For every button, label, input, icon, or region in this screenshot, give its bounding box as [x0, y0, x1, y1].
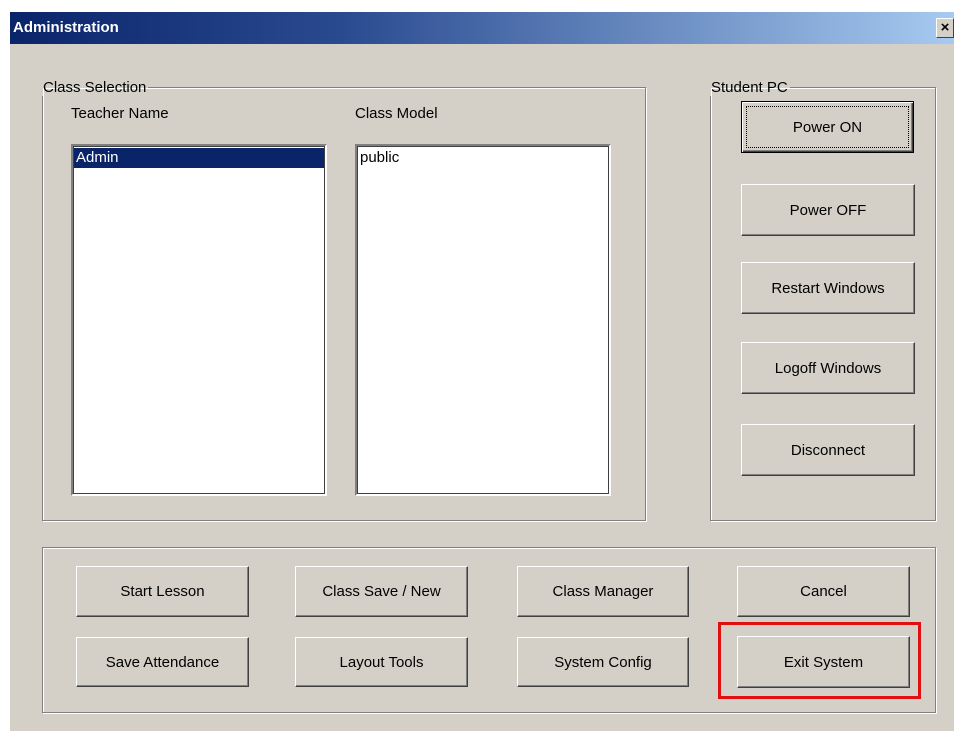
power-on-button[interactable]: Power ON [741, 101, 914, 153]
teacher-name-list[interactable]: Admin [71, 144, 327, 496]
class-model-list[interactable]: public [355, 144, 611, 496]
class-manager-button[interactable]: Class Manager [517, 566, 689, 617]
save-attendance-button[interactable]: Save Attendance [76, 637, 249, 687]
class-model-label: Class Model [355, 105, 438, 122]
window-title: Administration [13, 19, 119, 36]
logoff-windows-button[interactable]: Logoff Windows [741, 342, 915, 394]
teacher-list-item-admin[interactable]: Admin [74, 148, 324, 168]
cancel-button[interactable]: Cancel [737, 566, 910, 617]
student-pc-legend: Student PC [711, 79, 788, 96]
class-selection-legend: Class Selection [43, 79, 147, 96]
administration-dialog: Administration × Class Selection Teacher… [10, 12, 954, 731]
teacher-name-label: Teacher Name [71, 105, 169, 122]
restart-windows-button[interactable]: Restart Windows [741, 262, 915, 314]
title-bar[interactable]: Administration × [10, 12, 954, 44]
class-model-list-item-public[interactable]: public [358, 148, 608, 168]
power-off-button[interactable]: Power OFF [741, 184, 915, 236]
close-button[interactable]: × [936, 18, 954, 38]
exit-system-highlight-box [718, 622, 921, 699]
disconnect-button[interactable]: Disconnect [741, 424, 915, 476]
system-config-button[interactable]: System Config [517, 637, 689, 687]
layout-tools-button[interactable]: Layout Tools [295, 637, 468, 687]
focus-rectangle [746, 106, 909, 148]
start-lesson-button[interactable]: Start Lesson [76, 566, 249, 617]
class-save-new-button[interactable]: Class Save / New [295, 566, 468, 617]
